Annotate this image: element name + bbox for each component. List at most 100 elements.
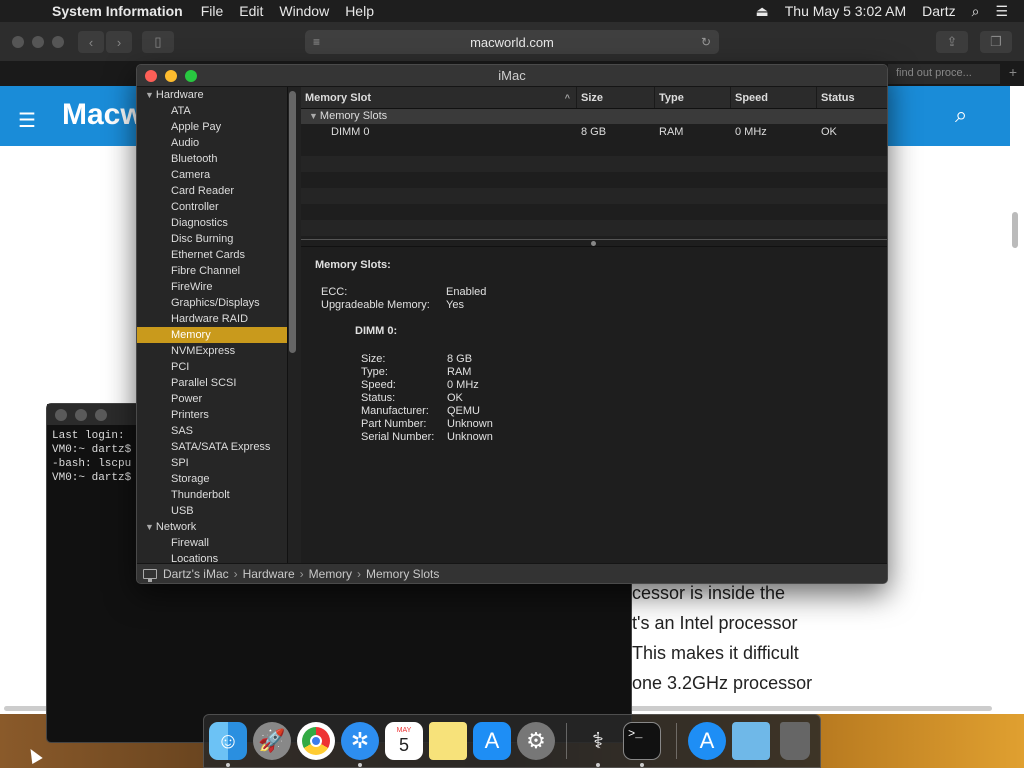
menu-window[interactable]: Window (279, 3, 329, 19)
vertical-scrollbar[interactable] (1012, 212, 1018, 248)
sidebar-toggle-icon[interactable]: ▯ (142, 31, 174, 53)
sidebar-item-controller[interactable]: Controller (137, 199, 287, 215)
sidebar-item-spi[interactable]: SPI (137, 455, 287, 471)
sidebar-item-fibre-channel[interactable]: Fibre Channel (137, 263, 287, 279)
breadcrumb-item[interactable]: Memory Slots (366, 564, 439, 584)
sort-ascending-icon: ^ (564, 93, 570, 103)
site-menu-icon[interactable]: ☰ (18, 108, 36, 133)
column-header-size[interactable]: Size (577, 87, 655, 108)
column-header-type[interactable]: Type (655, 87, 731, 108)
disclosure-triangle-icon[interactable]: ▼ (145, 90, 154, 100)
site-logo[interactable]: Macw (62, 98, 144, 132)
sidebar-item-power[interactable]: Power (137, 391, 287, 407)
system-information-icon[interactable]: ⚕ (579, 722, 617, 760)
sidebar-item-nvmexpress[interactable]: NVMExpress (137, 343, 287, 359)
terminal-close-button[interactable] (55, 409, 67, 421)
safari-minimize-button[interactable] (32, 36, 44, 48)
sidebar-item-printers[interactable]: Printers (137, 407, 287, 423)
menu-edit[interactable]: Edit (239, 3, 263, 19)
folder-icon[interactable] (732, 722, 770, 760)
tabs-overview-icon[interactable]: ❐ (980, 31, 1012, 53)
forward-icon[interactable]: › (106, 31, 132, 53)
table-row[interactable]: DIMM 0 8 GB RAM 0 MHz OK (301, 124, 887, 140)
sidebar-item-camera[interactable]: Camera (137, 167, 287, 183)
menu-app-name[interactable]: System Information (52, 3, 183, 19)
column-header-speed[interactable]: Speed (731, 87, 817, 108)
menu-help[interactable]: Help (345, 3, 374, 19)
window-titlebar[interactable]: iMac (137, 65, 887, 87)
notes-icon[interactable] (429, 722, 467, 760)
tab-background[interactable]: find out proce... (888, 64, 1000, 84)
calendar-icon[interactable]: MAY 5 (385, 722, 423, 760)
detail-splitter[interactable] (301, 239, 887, 247)
system-preferences-icon[interactable]: ⚙ (517, 722, 555, 760)
breadcrumb-separator-icon: › (233, 566, 238, 581)
safari-icon[interactable]: ✲ (341, 722, 379, 760)
column-header-memory-slot[interactable]: Memory Slot ^ (301, 87, 577, 108)
sidebar-item-locations[interactable]: Locations (137, 551, 287, 563)
safari-close-button[interactable] (12, 36, 24, 48)
reload-icon[interactable]: ↻ (701, 35, 711, 49)
minimize-button[interactable] (165, 70, 177, 82)
sidebar-item-disc-burning[interactable]: Disc Burning (137, 231, 287, 247)
menu-user[interactable]: Dartz (922, 3, 955, 19)
sidebar-item-graphics-displays[interactable]: Graphics/Displays (137, 295, 287, 311)
spotlight-icon[interactable]: ⌕ (972, 3, 980, 20)
cell-size: 8 GB (581, 126, 607, 138)
safari-toolbar: ‹ › ▯ ≡ macworld.com ↻ ⇪ ❐ (0, 22, 1024, 62)
reader-view-icon[interactable]: ≡ (313, 35, 320, 49)
chrome-icon[interactable] (297, 722, 335, 760)
disclosure-triangle-icon[interactable]: ▼ (145, 522, 154, 532)
eject-icon[interactable]: ⏏ (756, 3, 769, 20)
sidebar-item-ethernet-cards[interactable]: Ethernet Cards (137, 247, 287, 263)
safari-zoom-button[interactable] (52, 36, 64, 48)
sidebar-item-bluetooth[interactable]: Bluetooth (137, 151, 287, 167)
zoom-button[interactable] (185, 70, 197, 82)
sidebar-item-memory[interactable]: Memory (137, 327, 287, 343)
new-tab-icon[interactable]: + (1002, 64, 1024, 84)
back-icon[interactable]: ‹ (78, 31, 104, 53)
sidebar-group-hardware[interactable]: ▼ Hardware (137, 87, 287, 103)
sidebar-item-firewall[interactable]: Firewall (137, 535, 287, 551)
menu-file[interactable]: File (201, 3, 224, 19)
app-store-icon[interactable]: A (473, 722, 511, 760)
trash-icon[interactable] (780, 722, 810, 760)
sidebar-item-ata[interactable]: ATA (137, 103, 287, 119)
sidebar-item-diagnostics[interactable]: Diagnostics (137, 215, 287, 231)
terminal-icon[interactable]: >_ (623, 722, 661, 760)
sidebar-item-parallel-scsi[interactable]: Parallel SCSI (137, 375, 287, 391)
splitter-handle-icon[interactable] (591, 241, 596, 246)
app-store-downloads-icon[interactable]: A (688, 722, 726, 760)
article-line: This makes it difficult (632, 643, 799, 663)
sidebar-item-sas[interactable]: SAS (137, 423, 287, 439)
finder-icon[interactable]: ☺ (209, 722, 247, 760)
sidebar-item-card-reader[interactable]: Card Reader (137, 183, 287, 199)
notification-center-icon[interactable]: ☰ (995, 3, 1008, 20)
breadcrumb-item[interactable]: Memory (309, 564, 352, 584)
sidebar-group-network[interactable]: ▼ Network (137, 519, 287, 535)
sidebar-item-audio[interactable]: Audio (137, 135, 287, 151)
close-button[interactable] (145, 70, 157, 82)
site-search-icon[interactable]: ⌕ (955, 102, 967, 128)
sidebar-item-sata[interactable]: SATA/SATA Express (137, 439, 287, 455)
sidebar-scrollbar[interactable] (289, 91, 296, 353)
launchpad-icon[interactable]: 🚀 (253, 722, 291, 760)
breadcrumb-item[interactable]: Hardware (243, 564, 295, 584)
terminal-minimize-button[interactable] (75, 409, 87, 421)
sidebar-item-hardware-raid[interactable]: Hardware RAID (137, 311, 287, 327)
sidebar-item-apple-pay[interactable]: Apple Pay (137, 119, 287, 135)
detail-value: Yes (446, 299, 464, 311)
address-bar[interactable]: ≡ macworld.com ↻ (305, 30, 719, 54)
column-header-status[interactable]: Status (817, 87, 887, 108)
terminal-zoom-button[interactable] (95, 409, 107, 421)
sidebar-item-firewire[interactable]: FireWire (137, 279, 287, 295)
sidebar-item-thunderbolt[interactable]: Thunderbolt (137, 487, 287, 503)
sidebar-item-usb[interactable]: USB (137, 503, 287, 519)
breadcrumb-item[interactable]: Dartz's iMac (163, 564, 229, 584)
share-icon[interactable]: ⇪ (936, 31, 968, 53)
disclosure-triangle-icon[interactable]: ▼ (309, 111, 318, 121)
table-group-row[interactable]: ▼ Memory Slots (301, 109, 887, 124)
sidebar-item-storage[interactable]: Storage (137, 471, 287, 487)
menu-clock[interactable]: Thu May 5 3:02 AM (785, 3, 906, 19)
sidebar-item-pci[interactable]: PCI (137, 359, 287, 375)
